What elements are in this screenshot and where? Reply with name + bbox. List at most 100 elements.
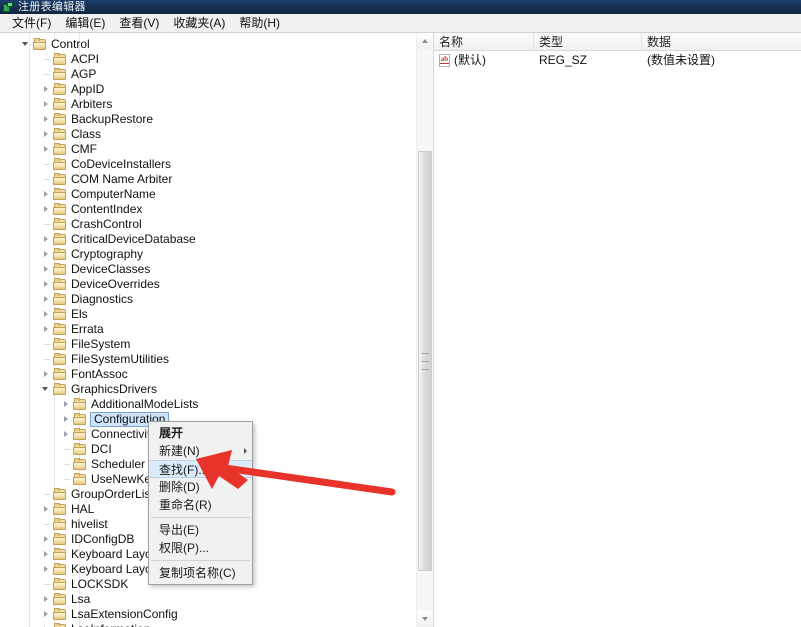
collapse-arrow-icon[interactable] xyxy=(40,382,53,397)
folder-icon xyxy=(53,218,68,231)
ctx-export[interactable]: 导出(E) xyxy=(149,521,252,539)
tree-node[interactable]: ComputerName xyxy=(40,187,160,202)
expand-arrow-icon[interactable] xyxy=(40,607,53,622)
tree-connector-icon xyxy=(40,487,53,502)
tree-node[interactable]: HAL xyxy=(40,502,98,517)
column-data[interactable]: 数据 xyxy=(642,33,801,51)
expand-arrow-icon[interactable] xyxy=(40,202,53,217)
ctx-rename[interactable]: 重命名(R) xyxy=(149,496,252,514)
column-name[interactable]: 名称 xyxy=(434,33,534,51)
expand-arrow-icon[interactable] xyxy=(40,502,53,517)
tree-node[interactable]: FileSystem xyxy=(40,337,134,352)
expand-arrow-icon[interactable] xyxy=(40,187,53,202)
expand-arrow-icon[interactable] xyxy=(40,82,53,97)
tree-node[interactable]: DCI xyxy=(60,442,116,457)
expand-arrow-icon[interactable] xyxy=(40,307,53,322)
tree-node[interactable]: Class xyxy=(40,127,105,142)
tree-node-label: Class xyxy=(71,127,102,141)
ctx-copy-key-name[interactable]: 复制项名称(C) xyxy=(149,564,252,582)
scroll-up-button[interactable] xyxy=(417,33,433,49)
ctx-expand[interactable]: 展开 xyxy=(149,424,252,442)
tree-node[interactable]: DeviceOverrides xyxy=(40,277,164,292)
expand-arrow-icon[interactable] xyxy=(40,532,53,547)
expand-arrow-icon[interactable] xyxy=(60,427,73,442)
tree-node-label: CrashControl xyxy=(71,217,142,231)
menu-help[interactable]: 帮助(H) xyxy=(232,13,287,33)
tree-node[interactable]: Arbiters xyxy=(40,97,116,112)
expand-arrow-icon[interactable] xyxy=(40,247,53,262)
tree-node[interactable]: hivelist xyxy=(40,517,112,532)
tree-vertical-scrollbar[interactable] xyxy=(416,33,433,627)
expand-arrow-icon[interactable] xyxy=(60,397,73,412)
tree-node[interactable]: Els xyxy=(40,307,92,322)
tree-node[interactable]: FontAssoc xyxy=(40,367,132,382)
menu-file[interactable]: 文件(F) xyxy=(5,13,58,33)
expand-arrow-icon[interactable] xyxy=(60,412,73,427)
expand-arrow-icon[interactable] xyxy=(40,232,53,247)
folder-icon xyxy=(53,233,68,246)
expand-arrow-icon[interactable] xyxy=(40,367,53,382)
tree-node[interactable]: Control xyxy=(20,37,94,52)
tree-node[interactable]: IDConfigDB xyxy=(40,532,138,547)
tree-node[interactable]: CriticalDeviceDatabase xyxy=(40,232,200,247)
tree-node[interactable]: LOCKSDK xyxy=(40,577,132,592)
tree-node[interactable]: UseNewKey xyxy=(60,472,161,487)
ctx-new[interactable]: 新建(N) xyxy=(149,442,252,460)
expand-arrow-icon[interactable] xyxy=(40,322,53,337)
expand-arrow-icon[interactable] xyxy=(40,112,53,127)
expand-arrow-icon[interactable] xyxy=(40,262,53,277)
tree-node[interactable]: AGP xyxy=(40,67,100,82)
tree-node[interactable]: Diagnostics xyxy=(40,292,137,307)
tree-node-label: Lsa xyxy=(71,592,91,606)
tree-node[interactable]: Cryptography xyxy=(40,247,147,262)
tree-node[interactable]: Scheduler xyxy=(60,457,149,472)
menu-edit[interactable]: 编辑(E) xyxy=(58,13,112,33)
tree-connector-icon xyxy=(60,442,73,457)
tree-node[interactable]: ACPI xyxy=(40,52,103,67)
tree-node-label: Control xyxy=(51,37,90,51)
expand-arrow-icon[interactable] xyxy=(40,622,53,627)
ctx-permissions[interactable]: 权限(P)... xyxy=(149,539,252,557)
tree-node[interactable]: Errata xyxy=(40,322,108,337)
tree-node[interactable]: BackupRestore xyxy=(40,112,157,127)
tree-node[interactable]: Connectivity xyxy=(60,427,160,442)
expand-arrow-icon[interactable] xyxy=(40,592,53,607)
tree-node-label: IDConfigDB xyxy=(71,532,135,546)
tree-node[interactable]: AppID xyxy=(40,82,108,97)
tree-node[interactable]: CoDeviceInstallers xyxy=(40,157,175,172)
ctx-delete[interactable]: 删除(D) xyxy=(149,478,252,496)
ctx-separator-1 xyxy=(151,517,250,518)
tree-node[interactable]: LsaExtensionConfig xyxy=(40,607,182,622)
scrollbar-thumb[interactable] xyxy=(418,151,432,571)
tree-node[interactable]: ContentIndex xyxy=(40,202,146,217)
tree-node[interactable]: Keyboard Layout xyxy=(40,547,166,562)
tree-node[interactable]: AdditionalModeLists xyxy=(60,397,202,412)
context-menu[interactable]: 展开 新建(N) 查找(F)... 删除(D) 重命名(R) 导出(E) 权限(P)... 复… xyxy=(148,421,253,585)
tree-node[interactable]: Lsa xyxy=(40,592,94,607)
tree-node[interactable]: DeviceClasses xyxy=(40,262,154,277)
tree-node[interactable]: COM Name Arbiter xyxy=(40,172,176,187)
column-type[interactable]: 类型 xyxy=(534,33,642,51)
collapse-arrow-icon[interactable] xyxy=(20,37,33,52)
scroll-down-button[interactable] xyxy=(417,611,433,627)
tree-node[interactable]: LsaInformation xyxy=(40,622,154,627)
menu-favorites[interactable]: 收藏夹(A) xyxy=(166,13,232,33)
value-row[interactable]: ab (默认) REG_SZ (数值未设置) xyxy=(434,51,801,70)
expand-arrow-icon[interactable] xyxy=(40,142,53,157)
tree-connector-icon xyxy=(40,577,53,592)
expand-arrow-icon[interactable] xyxy=(40,562,53,577)
expand-arrow-icon[interactable] xyxy=(40,97,53,112)
tree-node-label: DeviceClasses xyxy=(71,262,151,276)
tree-node[interactable]: GraphicsDrivers xyxy=(40,382,161,397)
ctx-find[interactable]: 查找(F)... xyxy=(149,460,252,478)
expand-arrow-icon[interactable] xyxy=(40,277,53,292)
tree-node[interactable]: GroupOrderList xyxy=(40,487,158,502)
expand-arrow-icon[interactable] xyxy=(40,547,53,562)
tree-node[interactable]: CrashControl xyxy=(40,217,146,232)
expand-arrow-icon[interactable] xyxy=(40,292,53,307)
tree-node[interactable]: FileSystemUtilities xyxy=(40,352,173,367)
tree-node[interactable]: CMF xyxy=(40,142,101,157)
menu-view[interactable]: 查看(V) xyxy=(112,13,166,33)
folder-icon xyxy=(53,503,68,516)
expand-arrow-icon[interactable] xyxy=(40,127,53,142)
